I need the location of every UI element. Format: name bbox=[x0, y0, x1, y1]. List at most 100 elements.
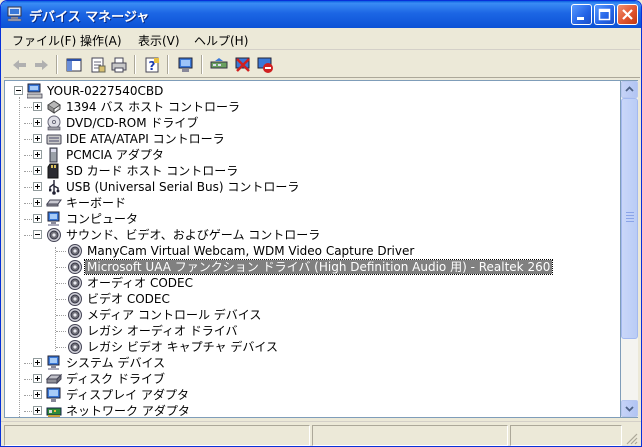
collapse-toggle[interactable] bbox=[14, 86, 23, 95]
toolbar: ? bbox=[4, 51, 640, 78]
sd-card-icon bbox=[47, 163, 59, 179]
expand-toggle[interactable] bbox=[33, 374, 42, 383]
tree-category[interactable]: キーボード bbox=[5, 195, 605, 211]
tree-category[interactable]: USB (Universal Serial Bus) コントローラ bbox=[5, 179, 605, 195]
back-arrow-icon[interactable] bbox=[10, 55, 30, 75]
status-pane bbox=[4, 425, 310, 446]
minimize-icon bbox=[577, 17, 584, 20]
network-adapter-icon bbox=[46, 407, 62, 417]
scroll-grip bbox=[626, 215, 634, 216]
device-item-selected[interactable]: Microsoft UAA ファンクション ドライバ (High Definit… bbox=[5, 259, 605, 275]
menu-help[interactable]: ヘルプ(H) bbox=[194, 32, 248, 49]
expand-toggle[interactable] bbox=[33, 358, 42, 367]
category-label: 1394 バス ホスト コントローラ bbox=[66, 100, 240, 114]
chevron-up-icon bbox=[625, 86, 634, 92]
expand-toggle[interactable] bbox=[33, 182, 42, 191]
tree-category[interactable]: IDE ATA/ATAPI コントローラ bbox=[5, 131, 605, 147]
device-item[interactable]: レガシ ビデオ キャプチャ デバイス bbox=[5, 339, 605, 355]
scroll-grip bbox=[626, 221, 634, 222]
category-label: コンピュータ bbox=[66, 212, 139, 226]
print-icon[interactable] bbox=[109, 55, 129, 75]
device-label: レガシ オーディオ ドライバ bbox=[87, 324, 238, 338]
minimize-button[interactable] bbox=[571, 4, 592, 25]
tree-category[interactable]: ネットワーク アダプタ bbox=[5, 403, 605, 417]
scroll-grip bbox=[626, 212, 634, 213]
scroll-up-button[interactable] bbox=[621, 81, 638, 98]
toolbar-separator bbox=[201, 55, 203, 74]
expand-toggle[interactable] bbox=[33, 214, 42, 223]
scroll-thumb[interactable] bbox=[621, 98, 638, 339]
sound-device-icon bbox=[68, 324, 82, 338]
device-item[interactable]: レガシ オーディオ ドライバ bbox=[5, 323, 605, 339]
expand-toggle[interactable] bbox=[33, 118, 42, 127]
show-hide-tree-icon[interactable] bbox=[64, 55, 84, 75]
device-manager-icon bbox=[7, 6, 22, 22]
scan-hardware-icon[interactable] bbox=[176, 55, 196, 75]
help-icon[interactable]: ? bbox=[142, 55, 162, 75]
status-pane bbox=[510, 425, 622, 446]
menu-view[interactable]: 表示(V) bbox=[138, 32, 180, 49]
tree-category[interactable]: コンピュータ bbox=[5, 211, 605, 227]
tree-category-expanded[interactable]: サウンド、ビデオ、およびゲーム コントローラ bbox=[5, 227, 605, 243]
forward-arrow-icon[interactable] bbox=[31, 55, 51, 75]
display-adapter-icon bbox=[46, 387, 61, 402]
category-label: キーボード bbox=[66, 196, 127, 210]
tree-category[interactable]: PCMCIA アダプタ bbox=[5, 147, 605, 163]
category-label: PCMCIA アダプタ bbox=[66, 148, 164, 162]
tree-category[interactable]: 1394 バス ホスト コントローラ bbox=[5, 99, 605, 115]
tree-line bbox=[56, 347, 66, 348]
tree-category[interactable]: ディスプレイ アダプタ bbox=[5, 387, 605, 403]
menu-action[interactable]: 操作(A) bbox=[80, 32, 122, 49]
device-item[interactable]: メディア コントロール デバイス bbox=[5, 307, 605, 323]
category-label: ディスク ドライブ bbox=[66, 372, 165, 386]
pcmcia-adapter-icon bbox=[49, 147, 58, 163]
computer-icon bbox=[27, 83, 43, 99]
update-driver-icon[interactable] bbox=[209, 55, 229, 75]
tree-line bbox=[56, 267, 66, 268]
category-label: システム デバイス bbox=[66, 356, 166, 370]
expand-toggle[interactable] bbox=[33, 390, 42, 399]
category-label: IDE ATA/ATAPI コントローラ bbox=[66, 132, 225, 146]
menu-bar: ファイル(F) 操作(A) 表示(V) ヘルプ(H) bbox=[4, 28, 640, 50]
tree-root[interactable]: YOUR-0227540CBD bbox=[5, 83, 605, 99]
expand-toggle[interactable] bbox=[33, 166, 42, 175]
close-button[interactable] bbox=[617, 4, 638, 25]
ide-controller-icon bbox=[46, 134, 62, 145]
sound-device-icon bbox=[68, 340, 82, 354]
tree-category[interactable]: DVD/CD-ROM ドライブ bbox=[5, 115, 605, 131]
tree-line bbox=[56, 315, 66, 316]
uninstall-device-icon[interactable] bbox=[255, 55, 275, 75]
vertical-scrollbar[interactable] bbox=[621, 80, 638, 418]
window-title: デバイス マネージャ bbox=[29, 10, 150, 25]
resize-grip-icon[interactable] bbox=[625, 432, 638, 445]
tree-category[interactable]: ディスク ドライブ bbox=[5, 371, 605, 387]
device-item[interactable]: ManyCam Virtual Webcam, WDM Video Captur… bbox=[5, 243, 605, 259]
tree-category[interactable]: システム デバイス bbox=[5, 355, 605, 371]
sound-device-icon bbox=[68, 260, 82, 274]
dvd-drive-icon bbox=[47, 115, 61, 131]
menu-file[interactable]: ファイル(F) bbox=[12, 32, 76, 49]
properties-icon[interactable] bbox=[88, 55, 108, 75]
tree-category[interactable]: SD カード ホスト コントローラ bbox=[5, 163, 605, 179]
expand-toggle[interactable] bbox=[33, 406, 42, 415]
device-item[interactable]: オーディオ CODEC bbox=[5, 275, 605, 291]
device-tree[interactable]: YOUR-0227540CBD 1394 バス ホスト コントローラ DVD/C… bbox=[4, 80, 621, 418]
scroll-grip bbox=[626, 218, 634, 219]
expand-toggle[interactable] bbox=[33, 198, 42, 207]
toolbar-separator bbox=[167, 55, 169, 74]
collapse-toggle[interactable] bbox=[33, 230, 42, 239]
keyboard-icon bbox=[46, 199, 62, 207]
device-label: ManyCam Virtual Webcam, WDM Video Captur… bbox=[87, 244, 415, 258]
maximize-button[interactable] bbox=[594, 4, 615, 25]
disable-device-icon[interactable] bbox=[233, 55, 253, 75]
expand-toggle[interactable] bbox=[33, 102, 42, 111]
expand-toggle[interactable] bbox=[33, 134, 42, 143]
device-label: レガシ ビデオ キャプチャ デバイス bbox=[87, 340, 278, 354]
system-device-icon bbox=[47, 355, 60, 370]
device-item[interactable]: ビデオ CODEC bbox=[5, 291, 605, 307]
category-label: サウンド、ビデオ、およびゲーム コントローラ bbox=[66, 228, 321, 242]
scroll-down-button[interactable] bbox=[621, 400, 638, 417]
title-bar[interactable]: デバイス マネージャ bbox=[1, 1, 641, 28]
expand-toggle[interactable] bbox=[33, 150, 42, 159]
device-label: オーディオ CODEC bbox=[87, 276, 194, 290]
